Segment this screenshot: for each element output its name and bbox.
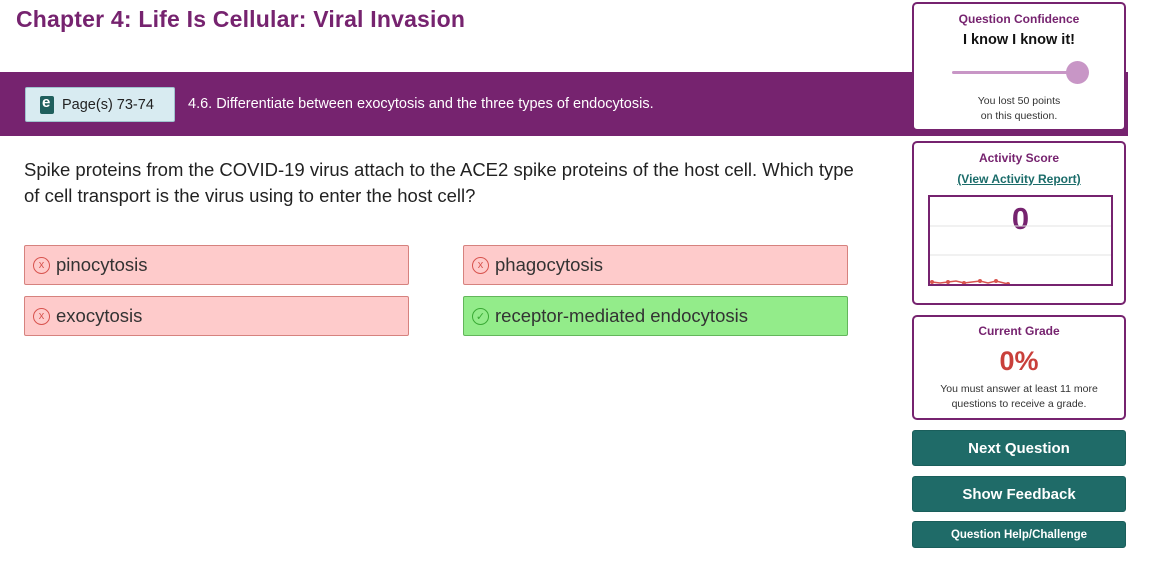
view-activity-report-link[interactable]: (View Activity Report) bbox=[914, 172, 1124, 186]
grade-note-line2: questions to receive a grade. bbox=[951, 398, 1087, 410]
answer-label: phagocytosis bbox=[495, 254, 603, 275]
confidence-slider-track[interactable] bbox=[952, 71, 1078, 74]
confidence-title: Question Confidence bbox=[958, 12, 1080, 26]
ebook-pages-button[interactable]: Page(s) 73-74 bbox=[25, 87, 175, 122]
points-lost-line2: on this question. bbox=[980, 110, 1058, 122]
page-range-label: Page(s) 73-74 bbox=[62, 96, 154, 113]
current-grade-title: Current Grade bbox=[978, 324, 1060, 338]
answer-label: pinocytosis bbox=[56, 254, 148, 275]
answer-option-phagocytosis[interactable]: x phagocytosis bbox=[463, 245, 848, 285]
show-feedback-button[interactable]: Show Feedback bbox=[912, 476, 1126, 512]
activity-score-title: Activity Score bbox=[978, 151, 1060, 165]
points-lost-note: You lost 50 points on this question. bbox=[914, 94, 1124, 124]
question-help-challenge-button[interactable]: Question Help/Challenge bbox=[912, 521, 1126, 548]
incorrect-x-icon: x bbox=[33, 256, 50, 274]
sparkline-point bbox=[962, 281, 966, 284]
sparkline-point bbox=[978, 279, 982, 283]
answer-label: exocytosis bbox=[56, 305, 143, 326]
answer-label: receptor-mediated endocytosis bbox=[495, 305, 748, 326]
activity-score-card: Activity Score (View Activity Report) 0 bbox=[912, 141, 1126, 305]
activity-score-sparkline bbox=[930, 225, 1111, 284]
ebook-icon bbox=[40, 94, 54, 114]
chapter-title: Chapter 4: Life Is Cellular: Viral Invas… bbox=[16, 6, 466, 32]
confidence-value: I know I know it! bbox=[963, 32, 1075, 48]
current-grade-value: 0% bbox=[999, 346, 1039, 376]
answer-option-receptor-mediated-endocytosis[interactable]: ✓ receptor-mediated endocytosis bbox=[463, 296, 848, 336]
answer-option-exocytosis[interactable]: x exocytosis bbox=[24, 296, 409, 336]
learning-objective: 4.6. Differentiate between exocytosis an… bbox=[188, 96, 654, 112]
activity-score-chart: 0 bbox=[928, 195, 1113, 286]
sparkline-point bbox=[930, 280, 934, 284]
points-lost-line1: You lost 50 points bbox=[977, 95, 1061, 107]
question-confidence-card: Question Confidence I know I know it! Yo… bbox=[912, 2, 1126, 131]
next-question-button[interactable]: Next Question bbox=[912, 430, 1126, 466]
grade-note-line1: You must answer at least 11 more bbox=[940, 383, 1098, 395]
sparkline-point bbox=[1006, 282, 1010, 284]
question-text: Spike proteins from the COVID-19 virus a… bbox=[24, 159, 854, 206]
correct-check-icon: ✓ bbox=[472, 307, 489, 325]
current-grade-card: Current Grade 0% You must answer at leas… bbox=[912, 315, 1126, 420]
sparkline-point bbox=[994, 279, 998, 283]
sparkline-point bbox=[946, 280, 950, 284]
incorrect-x-icon: x bbox=[33, 307, 50, 325]
answer-option-pinocytosis[interactable]: x pinocytosis bbox=[24, 245, 409, 285]
confidence-slider-thumb[interactable] bbox=[1066, 61, 1089, 84]
grade-requirement-note: You must answer at least 11 more questio… bbox=[914, 382, 1124, 412]
incorrect-x-icon: x bbox=[472, 256, 489, 274]
